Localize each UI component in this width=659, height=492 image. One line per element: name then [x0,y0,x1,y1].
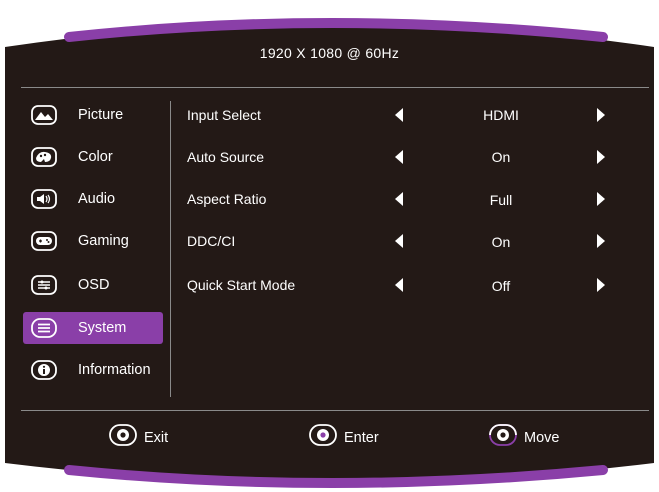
setting-label-auto-source: Auto Source [187,149,265,165]
setting-value-aspect-ratio: Full [489,192,513,208]
sidebar-item-osd[interactable]: OSD [23,269,163,301]
palette-icon [31,146,57,168]
setting-label-input-select: Input Select [187,107,261,123]
sidebar-item-label: Picture [78,107,124,123]
setting-label-ddc-ci: DDC/CI [187,233,236,249]
header-divider [21,87,649,88]
info-icon [31,359,57,381]
sidebar-item-audio[interactable]: Audio [23,183,163,215]
exit-label: Exit [144,429,169,446]
enter-button[interactable]: Enter [309,424,379,451]
sidebar-item-label: Color [78,149,113,165]
arrow-right-icon[interactable] [597,192,605,206]
setting-label-aspect-ratio: Aspect Ratio [187,191,267,207]
sidebar-item-picture[interactable]: Picture [23,99,163,131]
arrow-right-icon[interactable] [597,278,605,292]
sidebar-item-label: Audio [78,191,116,207]
move-button[interactable]: Move [489,424,559,451]
setting-value-quick-start-mode: Off [491,278,511,294]
move-key-icon [489,424,517,451]
sidebar-item-label: Information [78,362,151,378]
speaker-icon [31,188,57,210]
enter-label: Enter [344,429,379,446]
arrow-left-icon[interactable] [395,192,403,206]
enter-key-icon [309,424,337,451]
sidebar-item-label: Gaming [78,233,129,249]
exit-button[interactable]: Exit [109,424,168,451]
footer-divider [21,410,649,411]
setting-label-quick-start-mode: Quick Start Mode [187,277,296,293]
setting-value-auto-source: On [491,149,511,165]
sidebar-item-color[interactable]: Color [23,141,163,173]
sidebar-item-gaming[interactable]: Gaming [23,225,163,257]
arrow-right-icon[interactable] [597,108,605,122]
sidebar-divider [170,101,171,397]
menu-lines-icon [31,317,57,339]
exit-key-icon [109,424,137,451]
sidebar-item-label: OSD [78,277,110,293]
mountain-icon [31,104,57,126]
arrow-right-icon[interactable] [597,234,605,248]
osd-menu: 1920 X 1080 @ 60Hz Picture Color Audio G… [3,3,656,489]
arrow-left-icon[interactable] [395,234,403,248]
sliders-icon [31,274,57,296]
sidebar-item-label: System [78,320,127,336]
sidebar-item-system[interactable]: System [23,312,163,344]
sidebar-item-information[interactable]: Information [23,354,163,386]
arrow-left-icon[interactable] [395,150,403,164]
arrow-left-icon[interactable] [395,108,403,122]
arrow-left-icon[interactable] [395,278,403,292]
gamepad-icon [31,230,57,252]
arrow-right-icon[interactable] [597,150,605,164]
move-label: Move [524,429,560,446]
setting-value-ddc-ci: On [491,234,511,250]
setting-value-input-select: HDMI [483,107,519,123]
resolution-readout: 1920 X 1080 @ 60Hz [259,45,400,61]
